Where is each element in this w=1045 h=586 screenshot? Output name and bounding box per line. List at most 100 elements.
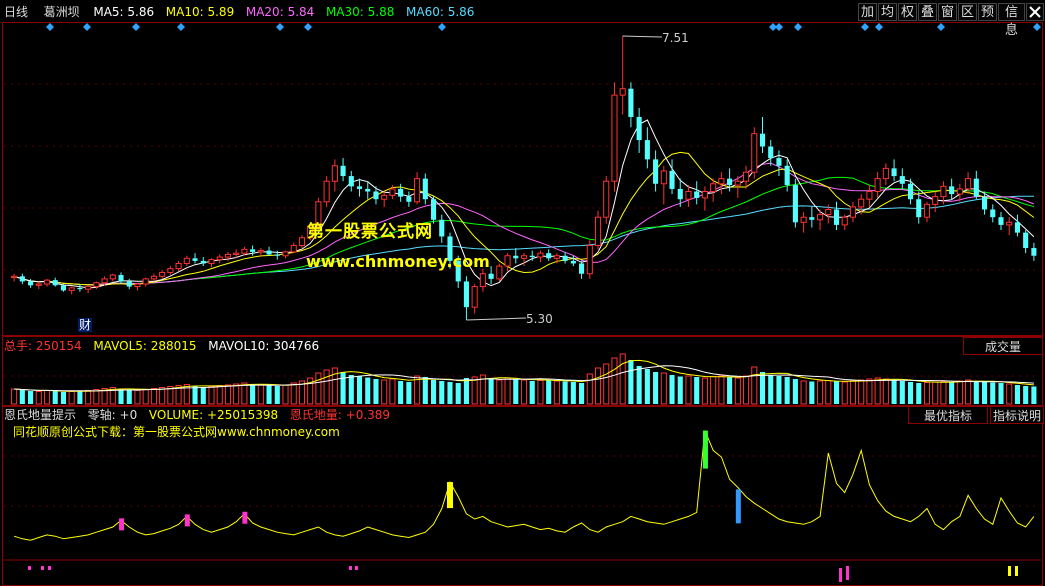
price-panel[interactable]: 日线 葛洲坝 MA5: 5.86 MA10: 5.89 MA20: 5.84 M… xyxy=(0,0,1045,336)
volume-bar-up xyxy=(874,377,881,405)
volume-bar-down xyxy=(792,379,798,404)
ma10-value: 5.89 xyxy=(207,5,235,19)
candle-body-down xyxy=(529,255,535,258)
toolbar-rights-button[interactable]: 权 xyxy=(898,3,917,21)
volume-bar-up xyxy=(389,378,396,405)
volume-bar-up xyxy=(93,389,100,405)
toolbar-range-button[interactable]: 区 xyxy=(958,3,977,21)
toolbar-overlay-button[interactable]: 叠 xyxy=(918,3,937,21)
candle-body-down xyxy=(488,273,494,279)
candle-body-up xyxy=(68,287,75,291)
volume-bar-up xyxy=(660,372,667,405)
finance-marker[interactable]: 财 xyxy=(78,318,93,332)
dl-value: +0.389 xyxy=(345,408,391,422)
indicator-subtitle: 同花顺原创公式下载：第一股票公式网www.chnmoney.com xyxy=(13,425,340,439)
candle-body-down xyxy=(628,88,634,117)
indicator-name[interactable]: 恩氏地量提示 xyxy=(4,408,76,422)
volume-bar-down xyxy=(570,382,576,404)
toolbar-forecast-button[interactable]: 预 xyxy=(978,3,997,21)
candle-body-up xyxy=(150,275,157,280)
signal-diamond-icon xyxy=(438,23,446,31)
volume-bar-up xyxy=(932,381,939,405)
volume-bar-up xyxy=(134,390,141,405)
signal-diamond-icon xyxy=(1033,23,1041,31)
candle-body-down xyxy=(907,183,914,200)
volume-bar-down xyxy=(768,375,774,404)
high-pointer-line xyxy=(622,35,663,38)
toolbar-add-button[interactable]: 加 xyxy=(858,3,877,21)
ground-volume-signal xyxy=(48,566,51,570)
candle-body-down xyxy=(398,188,404,197)
volume-bar-up xyxy=(685,375,692,405)
volume-bar-down xyxy=(529,381,535,404)
volume-bar-up xyxy=(710,376,717,405)
low-pointer-line xyxy=(466,317,527,321)
ground-volume-signal xyxy=(355,566,358,570)
candle-body-down xyxy=(77,287,83,290)
candle-body-up xyxy=(241,248,248,254)
candle-body-up xyxy=(414,178,421,203)
candle-body-up xyxy=(841,216,848,226)
candlestick-chart[interactable] xyxy=(0,0,1045,336)
signal-diamond-icon xyxy=(304,23,312,31)
candle-body-down xyxy=(1014,222,1020,233)
candle-body-down xyxy=(52,280,58,286)
toolbar-info-button[interactable]: 信息 xyxy=(998,3,1025,38)
volume-bar-up xyxy=(290,382,297,405)
volume-bar-down xyxy=(126,390,132,404)
volume-bar-up xyxy=(619,353,626,405)
volume-panel[interactable]: 总手: 250154 MAVOL5: 288015 MAVOL10: 30476… xyxy=(0,336,1045,406)
candle-body-up xyxy=(594,216,602,246)
candle-body-down xyxy=(340,165,346,177)
volume-bar-down xyxy=(562,381,568,404)
candle-body-down xyxy=(28,281,34,286)
peak-marker-blue xyxy=(735,489,741,524)
candle-body-down xyxy=(653,159,659,184)
candle-body-up xyxy=(1006,221,1013,226)
candle-body-up xyxy=(496,265,503,280)
volume-bar-down xyxy=(776,376,782,404)
indicator-panel[interactable]: 恩氏地量提示 零轴: +0 VOLUME: +25015398 恩氏地量: +0… xyxy=(0,406,1045,586)
close-icon[interactable] xyxy=(1026,3,1044,21)
volume-bar-up xyxy=(68,391,75,405)
volume-bar-down xyxy=(1031,386,1037,404)
dl-label: 恩氏地量: xyxy=(289,408,346,422)
volume-bar-down xyxy=(488,379,494,404)
candle-body-up xyxy=(553,255,560,259)
volume-bar-up xyxy=(940,381,947,405)
volume-bar-up xyxy=(537,380,544,405)
volume-bar-up xyxy=(504,377,511,405)
volume-bar-up xyxy=(849,380,857,405)
ma5-label: MA5: xyxy=(93,5,128,19)
candle-body-up xyxy=(603,180,610,218)
volume-bar-down xyxy=(52,391,58,404)
volume-bar-down xyxy=(694,377,700,404)
candle-body-up xyxy=(923,203,931,218)
volume-bar-down xyxy=(973,381,979,404)
volume-bar-up xyxy=(1006,383,1013,405)
indicator-help-tab[interactable]: 指标说明 xyxy=(990,406,1044,424)
candle-body-down xyxy=(644,140,650,160)
volume-bar-up xyxy=(241,382,248,405)
volume-bar-down xyxy=(266,385,272,404)
candle-body-up xyxy=(940,185,947,198)
period-label[interactable]: 日线 xyxy=(4,5,28,19)
ma5-value: 5.86 xyxy=(127,5,155,19)
ma60-line xyxy=(13,195,1034,286)
volume-bar-up xyxy=(603,363,610,405)
zero-axis-value: +0 xyxy=(119,408,138,422)
volume-bar-up xyxy=(35,391,42,405)
candle-body-up xyxy=(323,180,330,203)
candle-body-up xyxy=(874,178,881,192)
volume-tab[interactable]: 成交量 xyxy=(963,337,1043,355)
volume-bar-up xyxy=(159,387,166,405)
volume-bar-up xyxy=(800,380,807,405)
candle-body-down xyxy=(776,158,782,166)
best-indicator-tab[interactable]: 最优指标 xyxy=(908,406,988,424)
toolbar-average-button[interactable]: 均 xyxy=(878,3,897,21)
volume-bar-up xyxy=(381,379,388,405)
toolbar-window-button[interactable]: 窗 xyxy=(938,3,957,21)
volume-bar-down xyxy=(990,382,996,404)
signal-diamond-icon xyxy=(83,23,91,31)
candle-body-up xyxy=(471,286,478,308)
